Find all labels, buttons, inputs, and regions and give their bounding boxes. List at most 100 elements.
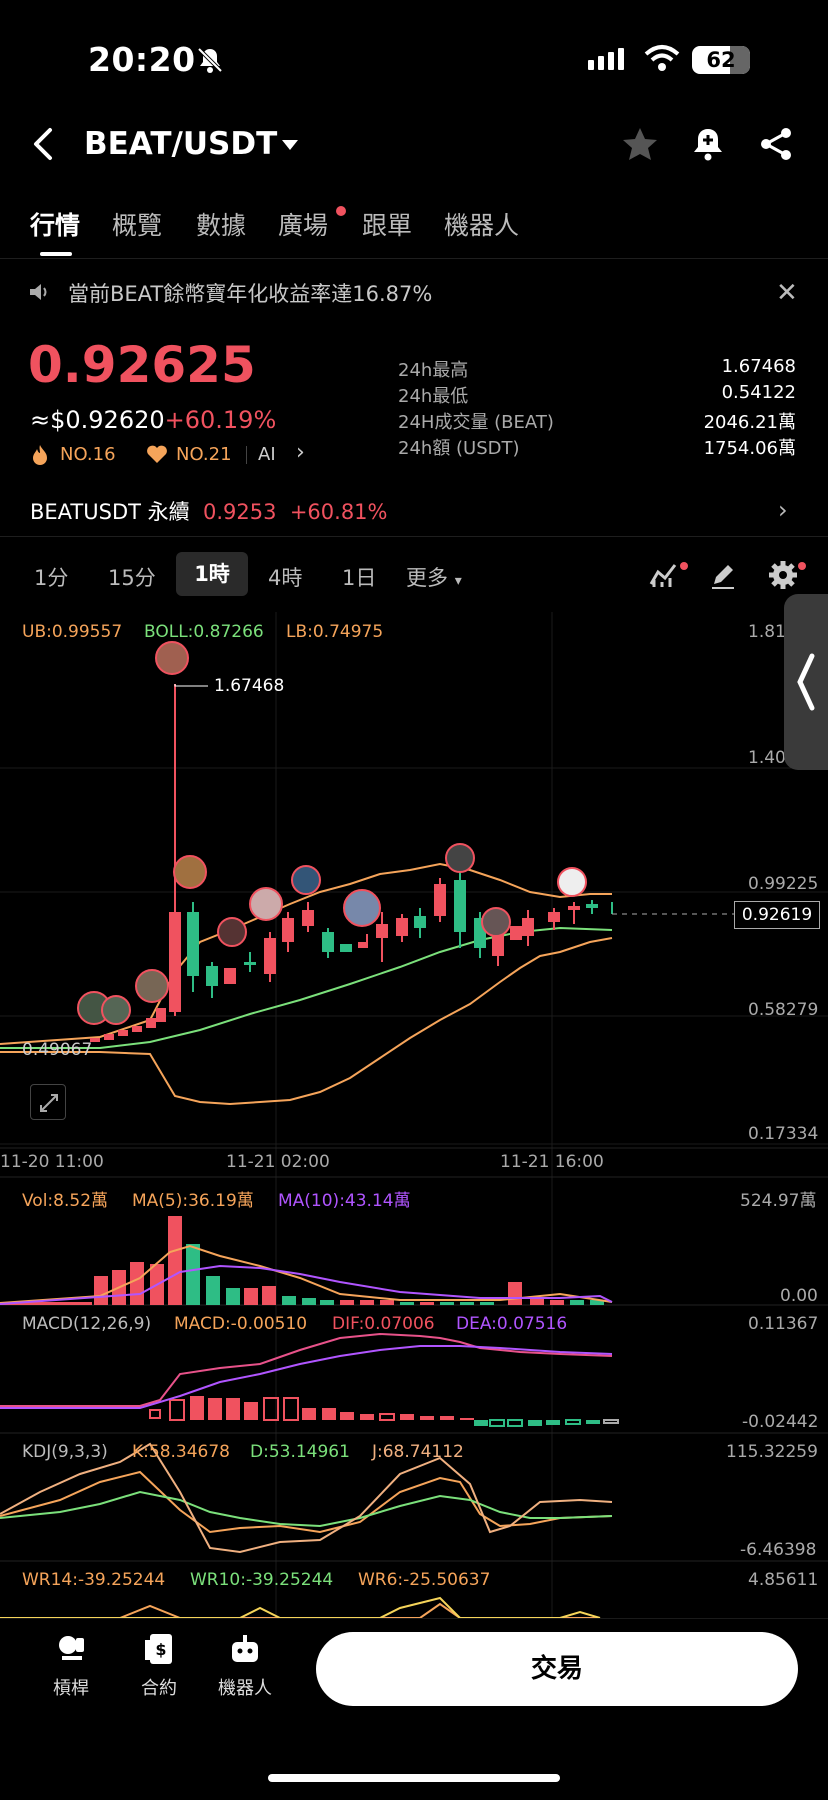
- boll-mid-label: BOLL:0.87266: [144, 622, 264, 642]
- signal-icon: [588, 48, 624, 70]
- stat-low-value: 0.54122: [721, 382, 796, 403]
- nav-bots[interactable]: 機器人: [210, 1632, 280, 1700]
- alert-bell-icon[interactable]: [688, 124, 728, 164]
- high-marker-line: [174, 684, 208, 687]
- price-change: +60.19%: [164, 406, 277, 434]
- nav-margin[interactable]: 槓桿: [36, 1632, 106, 1700]
- side-panel-handle[interactable]: [784, 594, 828, 770]
- notification-dot: [336, 206, 346, 216]
- notice-text[interactable]: 當前BEAT餘幣寶年化收益率達16.87%: [68, 278, 432, 308]
- stat-high-value: 1.67468: [721, 356, 796, 377]
- current-price-tag: 0.92619: [734, 901, 820, 929]
- stat-high-label: 24h最高: [398, 360, 469, 381]
- tab-bots[interactable]: 機器人: [444, 206, 519, 242]
- bell-off-icon: [197, 47, 223, 73]
- chart-grid: [0, 612, 828, 1618]
- kdj-j: J:68.74112: [372, 1442, 464, 1462]
- fullscreen-button[interactable]: [30, 1084, 66, 1120]
- kdj-axis-max: 115.32259: [726, 1442, 818, 1462]
- macd-title: MACD(12,26,9): [22, 1314, 152, 1334]
- last-price: 0.92625: [28, 336, 256, 394]
- timeframe-1d[interactable]: 1日: [342, 562, 376, 592]
- chevron-right-icon[interactable]: ›: [778, 496, 788, 524]
- stat-low-label: 24h最低: [398, 386, 469, 407]
- tab-data[interactable]: 數據: [196, 206, 246, 242]
- star-icon[interactable]: [620, 124, 660, 164]
- rank-fav[interactable]: NO.21: [176, 444, 232, 465]
- wr6-line: [0, 1596, 601, 1618]
- usd-price-line: ≈$0.92620+60.19%: [30, 406, 276, 434]
- macd-dea: DEA:0.07516: [456, 1314, 568, 1334]
- timeframe-1h[interactable]: 1時: [176, 552, 248, 596]
- indicator-icon[interactable]: [648, 560, 678, 590]
- timeframe-4h[interactable]: 4時: [268, 562, 302, 592]
- macd-dif: DIF:0.07006: [332, 1314, 435, 1334]
- wr14-line: [0, 1602, 600, 1618]
- social-avatars[interactable]: [77, 641, 587, 1025]
- heart-icon: [147, 445, 167, 463]
- perpetual-price: 0.9253: [202, 500, 277, 524]
- high-marker-label: 1.67468: [214, 676, 285, 696]
- boll-ub-label: UB:0.99557: [22, 622, 123, 642]
- time-axis-label: 11-21 02:00: [226, 1152, 330, 1172]
- share-icon[interactable]: [756, 124, 796, 164]
- vol-axis-min: 0.00: [780, 1286, 818, 1306]
- price-axis-label: 0.99225: [748, 874, 819, 894]
- stat-turnover-value: 1754.06萬: [703, 438, 796, 459]
- back-icon[interactable]: [26, 124, 60, 164]
- kdj-d-line: [0, 1490, 613, 1528]
- tab-market[interactable]: 行情: [30, 206, 80, 242]
- timeframe-1m[interactable]: 1分: [34, 562, 68, 592]
- timeframe-15m[interactable]: 15分: [108, 562, 156, 592]
- expand-icon: [40, 1094, 58, 1112]
- home-indicator[interactable]: [268, 1774, 560, 1782]
- rank-hot[interactable]: NO.16: [60, 444, 116, 465]
- wr6-label: WR6:-25.50637: [358, 1570, 491, 1590]
- kdj-d: D:53.14961: [250, 1442, 350, 1462]
- wr10-label: WR10:-39.25244: [190, 1570, 334, 1590]
- price-axis-label: 1.40: [748, 748, 786, 768]
- divider: [0, 258, 828, 259]
- tab-square[interactable]: 廣場: [278, 206, 328, 242]
- fire-icon: [33, 445, 47, 465]
- settings-gear-icon[interactable]: [768, 560, 798, 590]
- caret-down-icon: ▾: [454, 573, 462, 589]
- tab-overview[interactable]: 概覽: [112, 206, 162, 242]
- kdj-k: K:58.34678: [132, 1442, 230, 1462]
- chevron-left-icon: [797, 653, 815, 711]
- kdj-title: KDJ(9,3,3): [22, 1442, 108, 1462]
- perpetual-row[interactable]: BEATUSDT 永續 0.9253 +60.81%: [30, 496, 388, 526]
- stat-turnover-label: 24h額 (USDT): [398, 438, 520, 459]
- pair-title[interactable]: BEAT/USDT: [84, 126, 277, 162]
- chevron-right-icon[interactable]: ›: [296, 440, 305, 465]
- boll-middle-line: [0, 926, 613, 1049]
- draw-pen-icon[interactable]: [708, 560, 738, 590]
- price-chart[interactable]: [0, 612, 828, 1618]
- close-icon[interactable]: ✕: [776, 278, 798, 308]
- divider: [246, 446, 247, 464]
- macd-axis-max: 0.11367: [748, 1314, 819, 1334]
- futures-icon: $: [145, 1634, 172, 1664]
- pair-dropdown-icon[interactable]: [282, 140, 298, 150]
- timeframe-more[interactable]: 更多 ▾: [406, 562, 462, 592]
- low-marker-label: 0.49067: [22, 1040, 93, 1060]
- vol-ma5-label: MA(5):36.19萬: [132, 1191, 254, 1211]
- wr-axis-max: 4.85611: [748, 1570, 819, 1590]
- time-axis-label: 11-21 16:00: [500, 1152, 604, 1172]
- trade-button[interactable]: 交易: [316, 1632, 798, 1706]
- ai-label[interactable]: AI: [258, 444, 276, 465]
- volume-bars: [0, 1216, 604, 1305]
- price-axis-label: 0.17334: [748, 1124, 819, 1144]
- speaker-icon: [30, 284, 47, 300]
- robot-icon: [232, 1635, 258, 1662]
- battery-icon: 62: [692, 46, 750, 74]
- boll-lb-label: LB:0.74975: [286, 622, 384, 642]
- nav-futures[interactable]: $ 合約: [124, 1632, 194, 1700]
- divider: [0, 536, 828, 537]
- usd-price: ≈$0.92620: [30, 406, 165, 434]
- vol-axis-max: 524.97萬: [740, 1191, 817, 1211]
- tab-copy-trade[interactable]: 跟單: [362, 206, 412, 242]
- status-time: 20:20: [88, 40, 196, 79]
- macd-axis-min: -0.02442: [742, 1412, 819, 1432]
- tab-active-indicator: [40, 252, 72, 256]
